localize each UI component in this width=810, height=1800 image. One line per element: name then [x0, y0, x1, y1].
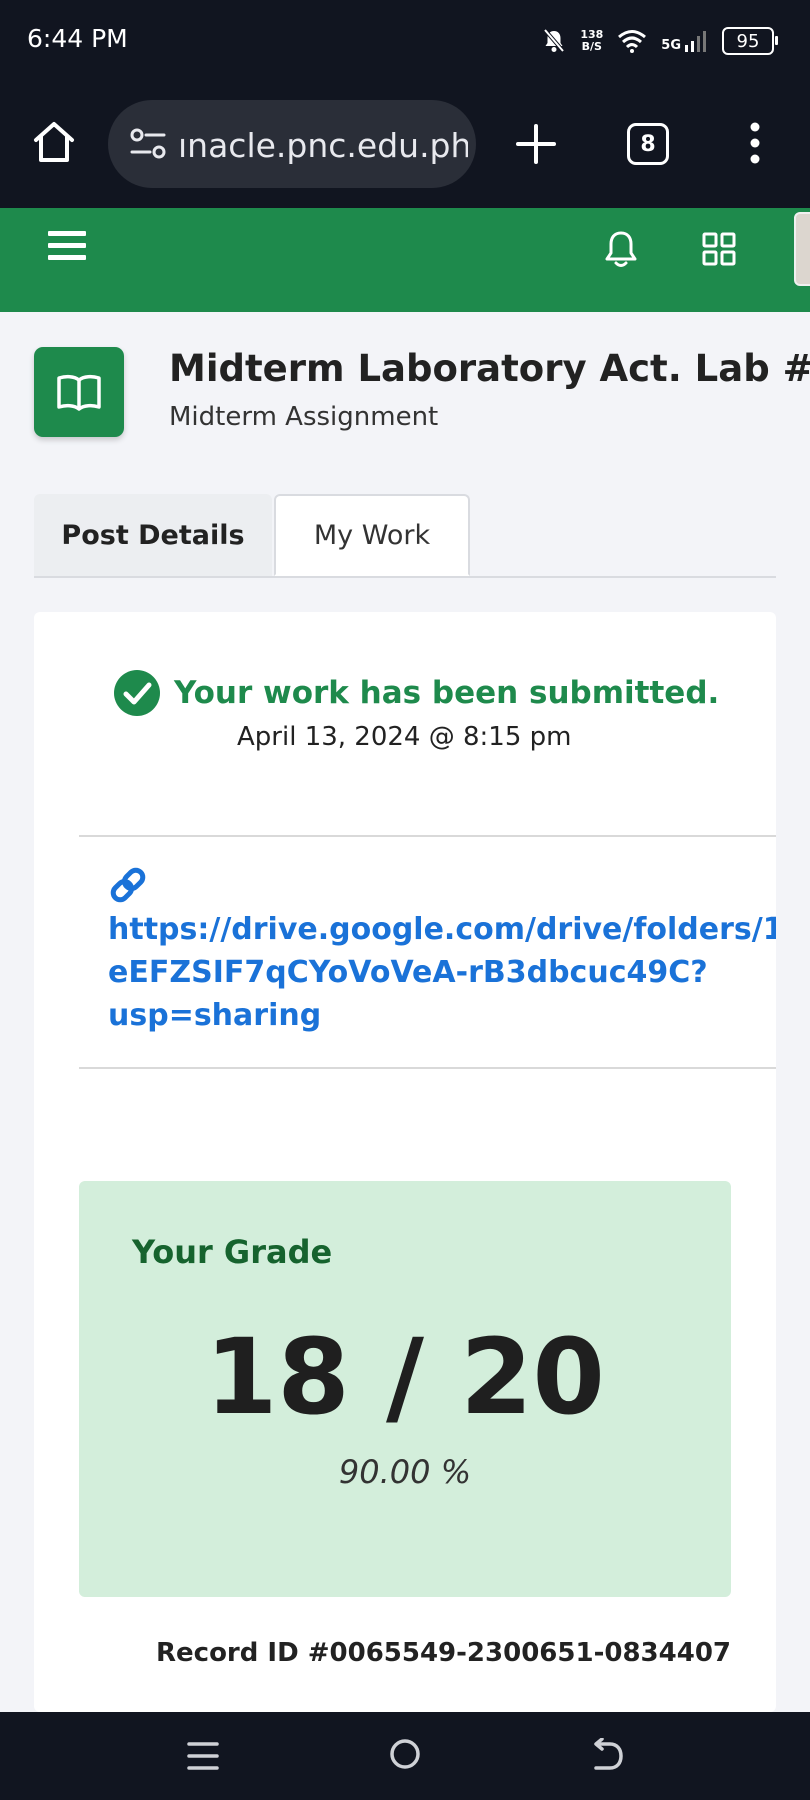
grade-label: Your Grade	[132, 1233, 333, 1271]
record-id: Record ID #0065549-2300651-0834407	[156, 1638, 731, 1668]
url-text[interactable]: ınacle.pnc.edu.ph	[178, 126, 468, 165]
divider	[79, 835, 776, 837]
user-avatar[interactable]	[794, 212, 810, 286]
browser-toolbar: ınacle.pnc.edu.ph 8	[0, 84, 810, 208]
assignment-icon-tile	[34, 347, 124, 437]
my-work-card: Your work has been submitted. April 13, …	[34, 612, 776, 1712]
back-icon[interactable]	[590, 1738, 624, 1774]
submission-status: Your work has been submitted.	[114, 670, 719, 716]
tab-my-work[interactable]: My Work	[274, 494, 470, 576]
site-settings-icon[interactable]	[128, 126, 168, 162]
tab-post-details[interactable]: Post Details	[34, 494, 272, 576]
network-type: 5G	[661, 38, 681, 53]
status-bar: 6:44 PM 138 B/S 5G 95	[0, 0, 810, 84]
home-circle-icon[interactable]	[388, 1737, 422, 1771]
open-book-icon	[57, 374, 101, 411]
wifi-icon	[618, 30, 647, 53]
submission-link-line[interactable]: usp=sharing	[108, 994, 776, 1037]
page-subtitle: Midterm Assignment	[169, 402, 439, 432]
net-speed-unit: B/S	[581, 40, 602, 53]
check-circle-icon	[114, 670, 160, 716]
link-icon	[110, 867, 146, 903]
app-header	[0, 208, 810, 312]
net-speed: 138 B/S	[580, 29, 603, 53]
hamburger-menu-icon[interactable]	[46, 226, 88, 266]
system-nav-bar	[0, 1712, 810, 1800]
tab-bar: Post Details My Work	[34, 494, 776, 578]
apps-grid-icon[interactable]	[702, 232, 736, 266]
divider	[79, 1067, 776, 1069]
tab-switcher-button[interactable]: 8	[627, 123, 669, 165]
home-icon[interactable]	[30, 118, 78, 166]
signal-bars-icon	[685, 31, 706, 52]
status-time: 6:44 PM	[27, 24, 128, 53]
submission-link[interactable]: https://drive.google.com/drive/folders/1…	[108, 908, 776, 1037]
grade-box: Your Grade 18 / 20 90.00 %	[79, 1181, 731, 1597]
more-options-icon[interactable]	[740, 120, 770, 166]
signal-icon: 5G	[661, 29, 708, 53]
address-bar[interactable]: ınacle.pnc.edu.ph	[108, 100, 476, 188]
battery-indicator: 95	[722, 27, 778, 55]
page-title: Midterm Laboratory Act. Lab #2	[169, 347, 810, 390]
notifications-bell-icon[interactable]	[602, 228, 640, 272]
status-icons: 138 B/S 5G 95	[542, 24, 778, 58]
submission-date: April 13, 2024 @ 8:15 pm	[237, 722, 572, 752]
new-tab-icon[interactable]	[514, 122, 558, 166]
grade-percent: 90.00 %	[338, 1453, 472, 1491]
recents-menu-icon[interactable]	[186, 1738, 220, 1774]
submission-link-line[interactable]: eEFZSIF7qCYoVoVeA-rB3dbcuc49C?	[108, 951, 776, 994]
submission-link-line[interactable]: https://drive.google.com/drive/folders/1…	[108, 908, 776, 951]
bell-muted-icon	[543, 28, 565, 53]
submission-status-text: Your work has been submitted.	[174, 675, 720, 711]
grade-score: 18 / 20	[205, 1316, 605, 1438]
